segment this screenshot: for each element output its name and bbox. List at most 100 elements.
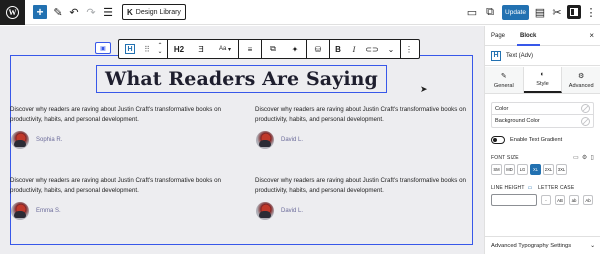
letter-case-none[interactable]: - bbox=[541, 195, 551, 205]
desktop-preview-icon[interactable]: ▭ bbox=[465, 5, 479, 19]
testimonial-author: David L. bbox=[256, 202, 485, 220]
wordpress-icon: W bbox=[6, 6, 19, 19]
font-settings-button[interactable]: Aa ▾ bbox=[212, 40, 238, 58]
color-setting[interactable]: Color bbox=[492, 103, 593, 115]
top-toolbar: W + ✎ ↶ ↷ ☰ K Design Library ▭ ⧉ Update … bbox=[0, 0, 600, 25]
mouse-cursor-icon: ➤ bbox=[420, 84, 428, 94]
chevron-down-icon: ⌄ bbox=[590, 242, 595, 249]
text-direction-icon[interactable]: Ǝ bbox=[190, 40, 212, 58]
undo-icon[interactable]: ↶ bbox=[67, 5, 81, 19]
avatar bbox=[256, 202, 274, 220]
testimonial-text: Discover why readers are raving about Ju… bbox=[10, 177, 221, 194]
line-height-input[interactable] bbox=[491, 194, 537, 206]
testimonial-text: Discover why readers are raving about Ju… bbox=[255, 106, 466, 123]
tab-style[interactable]: ◐ Style bbox=[523, 67, 563, 93]
font-size-2xl[interactable]: 2XL bbox=[543, 164, 554, 175]
heading-block-icon: H bbox=[491, 50, 501, 61]
font-size-options: SM MD LG XL 2XL 3XL bbox=[491, 164, 600, 175]
testimonial-card: Discover why readers are raving about Ju… bbox=[10, 105, 240, 149]
settings-icon[interactable] bbox=[567, 5, 581, 19]
font-size-sm[interactable]: SM bbox=[491, 164, 502, 175]
color-swatch[interactable] bbox=[581, 104, 590, 113]
testimonial-author: Sophia R. bbox=[11, 131, 240, 149]
design-library-label: Design Library bbox=[135, 8, 181, 16]
tab-advanced[interactable]: ⚙ Advanced bbox=[562, 67, 600, 93]
author-name: Emma S. bbox=[36, 208, 61, 214]
tablet-icon[interactable]: ▯ bbox=[590, 154, 594, 161]
font-icon: Aa bbox=[218, 46, 227, 52]
section-heading[interactable]: What Readers Are Saying bbox=[105, 68, 378, 90]
settings-sidebar: Page Block × H Text (Adv) ✎ General ◐ St… bbox=[484, 26, 600, 254]
background-color-swatch[interactable] bbox=[581, 116, 590, 126]
move-buttons[interactable]: ⌃ ⌄ bbox=[153, 40, 167, 58]
kadence-icon: K bbox=[127, 7, 133, 17]
link-icon[interactable]: ⊂⊃ bbox=[362, 40, 382, 58]
move-down-icon[interactable]: ⌄ bbox=[157, 49, 162, 55]
tools-icon[interactable]: ✂ bbox=[550, 5, 564, 19]
testimonial-card: Discover why readers are raving about Ju… bbox=[255, 176, 485, 220]
testimonial-text: Discover why readers are raving about Ju… bbox=[10, 106, 221, 123]
block-type-button[interactable]: H bbox=[119, 40, 141, 58]
text-gradient-setting: Enable Text Gradient bbox=[491, 136, 600, 144]
block-card: H Text (Adv) bbox=[485, 46, 600, 66]
avatar bbox=[256, 131, 274, 149]
author-name: Sophia R. bbox=[36, 137, 63, 143]
advanced-typography-label: Advanced Typography Settings bbox=[491, 242, 572, 249]
bold-button[interactable]: B bbox=[330, 40, 346, 58]
heading-level-button[interactable]: H2 bbox=[168, 40, 190, 58]
font-size-md[interactable]: MD bbox=[504, 164, 515, 175]
settings-toggle-icon[interactable]: ⚙ bbox=[582, 154, 588, 161]
tab-page[interactable]: Page bbox=[491, 33, 505, 39]
add-block-button[interactable]: + bbox=[33, 5, 47, 19]
drag-handle-icon[interactable]: ⠿ bbox=[141, 40, 153, 58]
letter-case-lower[interactable]: ab bbox=[569, 195, 579, 205]
font-size-label: FONT SIZE bbox=[491, 154, 519, 161]
testimonial-author: David L. bbox=[256, 131, 485, 149]
copy-style-icon[interactable]: ⧉ bbox=[262, 40, 284, 58]
line-height-row: - AB ab Ab bbox=[491, 194, 600, 206]
dynamic-content-icon[interactable]: ⛁ bbox=[307, 40, 329, 58]
redo-icon[interactable]: ↷ bbox=[84, 5, 98, 19]
text-gradient-toggle[interactable] bbox=[491, 136, 505, 144]
font-size-xl[interactable]: XL bbox=[530, 164, 541, 175]
align-center-icon[interactable]: ≡ bbox=[239, 40, 261, 58]
line-height-label: LINE HEIGHT bbox=[491, 185, 525, 191]
heading-block[interactable]: What Readers Are Saying bbox=[96, 65, 387, 93]
desktop-icon[interactable]: ▭ bbox=[528, 185, 533, 191]
row-layout-icon[interactable]: ▣ bbox=[95, 42, 111, 54]
sidebar-tabs: Page Block × bbox=[485, 26, 600, 46]
desktop-icon[interactable]: ▭ bbox=[573, 154, 579, 161]
close-icon[interactable]: × bbox=[589, 31, 594, 40]
list-view-icon[interactable]: ☰ bbox=[101, 5, 115, 19]
background-color-setting[interactable]: Background Color bbox=[492, 115, 593, 127]
testimonial-card: Discover why readers are raving about Ju… bbox=[255, 105, 485, 149]
design-library-button[interactable]: K Design Library bbox=[122, 4, 186, 20]
external-view-icon[interactable]: ⧉ bbox=[483, 5, 497, 19]
block-name: Text (Adv) bbox=[506, 52, 534, 59]
font-size-3xl[interactable]: 3XL bbox=[556, 164, 567, 175]
ai-sparkle-icon[interactable]: ✦ bbox=[284, 40, 306, 58]
tab-general[interactable]: ✎ General bbox=[485, 67, 524, 93]
letter-case-capitalize[interactable]: Ab bbox=[583, 195, 593, 205]
testimonial-author: Emma S. bbox=[11, 202, 240, 220]
italic-button[interactable]: I bbox=[346, 40, 362, 58]
avatar bbox=[11, 131, 29, 149]
inspector-tabs: ✎ General ◐ Style ⚙ Advanced bbox=[485, 67, 600, 94]
wordpress-logo[interactable]: W bbox=[0, 0, 25, 25]
color-settings: Color Background Color bbox=[491, 102, 594, 128]
block-options-icon[interactable]: ⋮ bbox=[401, 40, 417, 58]
letter-case-upper[interactable]: AB bbox=[555, 195, 565, 205]
author-name: David L. bbox=[281, 208, 304, 214]
tab-block[interactable]: Block bbox=[516, 33, 541, 46]
kadence-settings-icon[interactable]: ▤ bbox=[533, 5, 547, 19]
more-formatting-icon[interactable]: ⌄ bbox=[382, 40, 400, 58]
editor-canvas: ▣ H ⠿ ⌃ ⌄ H2 Ǝ Aa ▾ ≡ ⧉ ✦ ⛁ B I ⊂⊃ ⌄ ⋮ Wh… bbox=[0, 26, 484, 254]
testimonial-card: Discover why readers are raving about Ju… bbox=[10, 176, 240, 220]
sliders-icon: ⚙ bbox=[578, 72, 585, 80]
more-vertical-icon[interactable]: ⋮ bbox=[584, 5, 598, 19]
advanced-typography-panel[interactable]: Advanced Typography Settings ⌄ bbox=[485, 236, 600, 254]
font-size-lg[interactable]: LG bbox=[517, 164, 528, 175]
font-size-header: FONT SIZE ▭ ⚙ ▯ bbox=[491, 154, 594, 162]
update-button[interactable]: Update bbox=[502, 5, 529, 20]
pen-icon[interactable]: ✎ bbox=[51, 5, 65, 19]
